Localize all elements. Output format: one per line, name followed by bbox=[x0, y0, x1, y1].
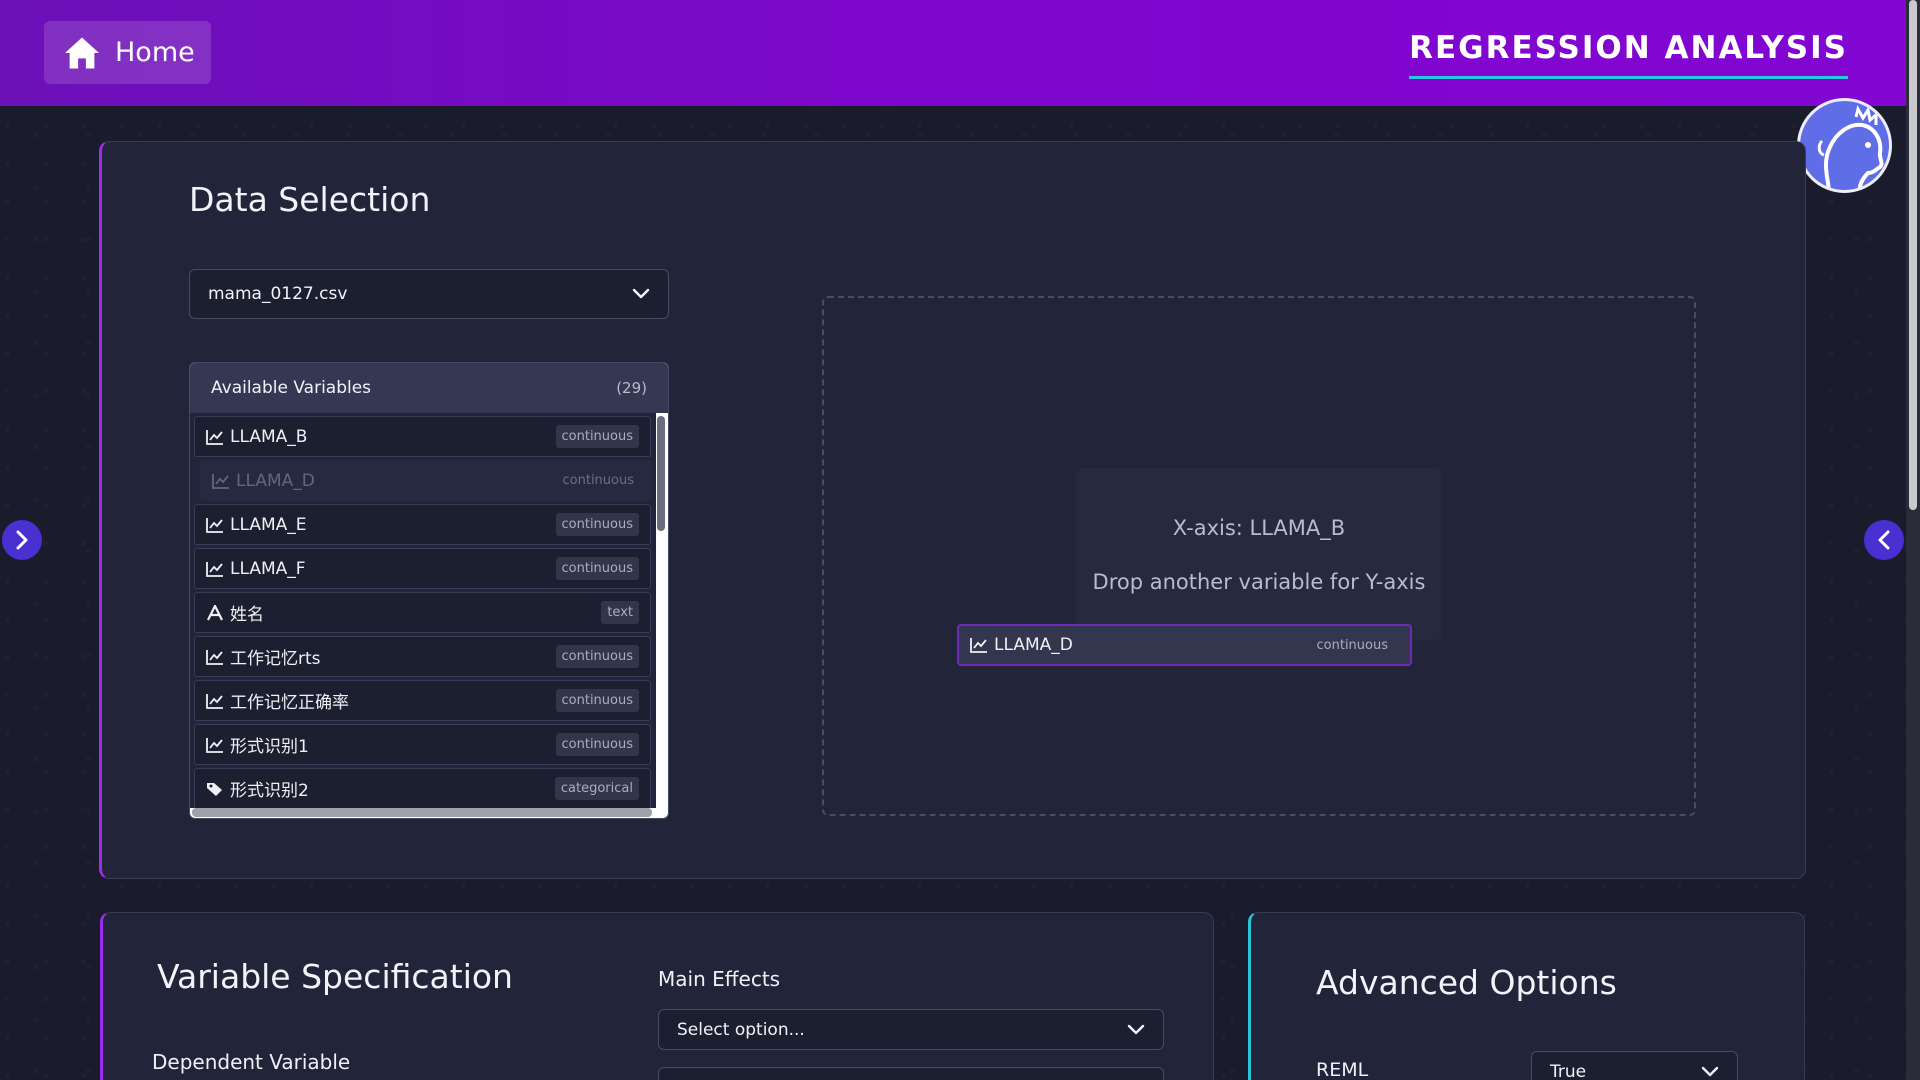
y-axis-drop-hint: Drop another variable for Y-axis bbox=[1092, 570, 1426, 594]
variable-name: LLAMA_D bbox=[994, 635, 1073, 655]
variable-type-badge: text bbox=[601, 601, 639, 624]
expand-left-panel-button[interactable] bbox=[2, 520, 42, 560]
dragged-variable-ghost[interactable]: LLAMA_D continuous bbox=[957, 624, 1412, 666]
page-title: REGRESSION ANALYSIS bbox=[1409, 30, 1848, 79]
line-chart-icon bbox=[206, 737, 223, 753]
variable-type-badge: continuous bbox=[555, 645, 639, 668]
variable-spec-title: Variable Specification bbox=[157, 957, 513, 996]
variables-panel-label: Available Variables bbox=[211, 378, 372, 398]
list-item[interactable]: 工作记忆正确率 continuous bbox=[194, 680, 651, 721]
variable-name: 工作记忆rts bbox=[230, 649, 321, 669]
available-variables-panel: Available Variables (29) LLAMA_B continu… bbox=[189, 362, 669, 819]
variable-type-badge: continuous bbox=[555, 733, 639, 756]
drop-hint-box: X-axis: LLAMA_B Drop another variable fo… bbox=[1076, 468, 1442, 640]
variable-name: 工作记忆正确率 bbox=[230, 693, 349, 713]
dependent-variable-label: Dependent Variable bbox=[152, 1050, 351, 1074]
app-header: Home REGRESSION ANALYSIS bbox=[0, 0, 1906, 106]
line-chart-icon bbox=[206, 649, 223, 665]
variables-panel-header: Available Variables (29) bbox=[190, 363, 668, 413]
variables-list[interactable]: LLAMA_B continuous LLAMA_D continuous LL… bbox=[190, 413, 656, 808]
page-scrollbar-thumb[interactable] bbox=[1909, 0, 1917, 510]
variable-name: LLAMA_D bbox=[236, 470, 315, 491]
home-icon bbox=[65, 37, 99, 68]
variable-name: LLAMA_E bbox=[230, 514, 307, 535]
list-item[interactable]: 姓名 text bbox=[194, 592, 651, 633]
line-chart-icon bbox=[206, 517, 223, 533]
line-chart-icon bbox=[212, 473, 229, 489]
variable-name: 姓名 bbox=[230, 605, 264, 625]
variable-type-badge: categorical bbox=[554, 777, 639, 800]
variable-type-badge: continuous bbox=[555, 689, 639, 712]
line-chart-icon bbox=[206, 429, 223, 445]
advanced-options-title: Advanced Options bbox=[1316, 963, 1617, 1002]
file-select-value: mama_0127.csv bbox=[208, 284, 348, 304]
chevron-down-icon bbox=[1701, 1066, 1719, 1077]
chevron-down-icon bbox=[632, 288, 650, 299]
variable-name: LLAMA_F bbox=[230, 558, 306, 579]
home-button[interactable]: Home bbox=[44, 21, 211, 84]
data-selection-title: Data Selection bbox=[189, 180, 431, 219]
mascot-avatar[interactable] bbox=[1797, 98, 1892, 193]
list-item[interactable]: 形式识别1 continuous bbox=[194, 724, 651, 765]
variable-name: LLAMA_B bbox=[230, 426, 308, 447]
list-item-dragging[interactable]: LLAMA_D continuous bbox=[200, 460, 652, 501]
reml-select-value: True bbox=[1550, 1062, 1587, 1080]
page-scrollbar[interactable] bbox=[1906, 0, 1920, 1080]
variable-name: 形式识别1 bbox=[230, 737, 309, 757]
variable-type-badge: continuous bbox=[562, 473, 635, 488]
line-chart-icon bbox=[206, 693, 223, 709]
variable-type-badge: continuous bbox=[555, 513, 639, 536]
main-effects-select[interactable]: Select option... bbox=[658, 1009, 1164, 1050]
list-item[interactable]: 工作记忆rts continuous bbox=[194, 636, 651, 677]
list-item[interactable]: LLAMA_B continuous bbox=[194, 416, 651, 457]
main-effects-placeholder: Select option... bbox=[677, 1019, 805, 1040]
list-item[interactable]: LLAMA_E continuous bbox=[194, 504, 651, 545]
home-button-label: Home bbox=[115, 37, 195, 68]
variables-vertical-scrollbar[interactable] bbox=[657, 416, 665, 531]
tag-icon bbox=[207, 782, 222, 796]
chevron-left-icon bbox=[1878, 530, 1890, 550]
file-select[interactable]: mama_0127.csv bbox=[189, 269, 669, 319]
reml-label: REML bbox=[1316, 1059, 1369, 1080]
expand-right-panel-button[interactable] bbox=[1864, 520, 1904, 560]
variable-name: 形式识别2 bbox=[230, 781, 309, 801]
line-chart-icon bbox=[970, 638, 987, 653]
variables-count: (29) bbox=[616, 379, 647, 397]
list-item[interactable]: LLAMA_F continuous bbox=[194, 548, 651, 589]
variable-type-badge: continuous bbox=[1316, 637, 1389, 653]
chevron-down-icon bbox=[1127, 1024, 1145, 1034]
secondary-select[interactable] bbox=[658, 1067, 1164, 1080]
text-icon bbox=[207, 604, 223, 620]
x-axis-assignment: X-axis: LLAMA_B bbox=[1172, 516, 1346, 540]
reml-select[interactable]: True bbox=[1531, 1051, 1738, 1080]
list-item[interactable]: 形式识别2 categorical bbox=[194, 768, 651, 808]
variable-type-badge: continuous bbox=[555, 557, 639, 580]
variables-horizontal-scrollbar[interactable] bbox=[192, 808, 652, 817]
mascot-face-icon bbox=[1817, 104, 1884, 190]
main-effects-label: Main Effects bbox=[658, 967, 781, 991]
line-chart-icon bbox=[206, 561, 223, 577]
variable-type-badge: continuous bbox=[555, 425, 639, 448]
chevron-right-icon bbox=[16, 530, 28, 550]
